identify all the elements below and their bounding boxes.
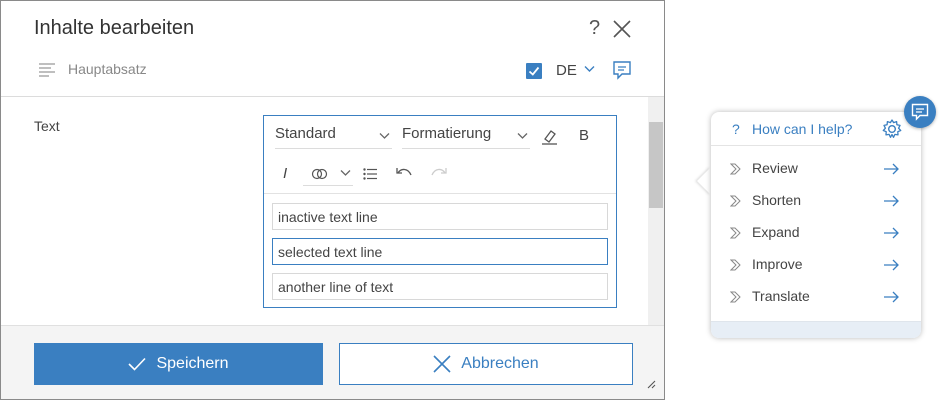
- text-field-label: Text: [34, 118, 60, 134]
- arrow-right-icon: [884, 227, 899, 239]
- close-icon: [433, 355, 451, 373]
- chevron-tag-icon: [730, 163, 741, 175]
- link-icon: [311, 168, 328, 180]
- chevron-tag-icon: [730, 227, 741, 239]
- link-select[interactable]: [303, 162, 353, 186]
- chevron-down-icon: [340, 170, 351, 176]
- panel-pointer: [697, 167, 711, 195]
- toolbar-divider: [264, 193, 616, 194]
- comment-icon: [911, 103, 929, 121]
- ai-panel-title[interactable]: How can I help?: [752, 121, 852, 137]
- ai-action-review[interactable]: Review: [711, 152, 921, 184]
- chevron-down-icon[interactable]: [584, 65, 595, 73]
- ai-action-expand[interactable]: Expand: [711, 216, 921, 248]
- chevron-tag-icon: [730, 259, 741, 271]
- ai-action-translate[interactable]: Translate: [711, 280, 921, 312]
- panel-header-divider: [711, 145, 921, 146]
- ai-action-shorten[interactable]: Shorten: [711, 184, 921, 216]
- dialog-footer: Speichern Abbrechen: [1, 325, 664, 399]
- screen: Inhalte bearbeiten ? Hauptabsatz DE Text: [0, 0, 941, 400]
- arrow-right-icon: [884, 259, 899, 271]
- arrow-right-icon: [884, 195, 899, 207]
- ai-action-improve[interactable]: Improve: [711, 248, 921, 280]
- cancel-button[interactable]: Abbrechen: [339, 343, 633, 385]
- dialog-content: Text Standard Formatierung B I inactive …: [1, 97, 664, 325]
- save-button-label: Speichern: [156, 355, 229, 372]
- italic-button[interactable]: I: [283, 165, 287, 182]
- arrow-right-icon: [884, 163, 899, 175]
- dialog-title: Inhalte bearbeiten: [34, 17, 195, 39]
- rich-text-editor: Standard Formatierung B I inactive text …: [263, 115, 617, 308]
- text-line-selected[interactable]: selected text line: [272, 238, 608, 265]
- style-select[interactable]: Standard: [275, 125, 392, 149]
- text-line[interactable]: inactive text line: [272, 203, 608, 230]
- chevron-down-icon: [379, 133, 390, 139]
- help-button[interactable]: ?: [589, 17, 600, 40]
- ai-action-label: Improve: [752, 256, 803, 272]
- ai-action-label: Expand: [752, 224, 800, 240]
- style-select-value: Standard: [275, 125, 336, 142]
- save-button[interactable]: Speichern: [34, 343, 323, 385]
- ai-chat-toggle-button[interactable]: [904, 96, 936, 128]
- check-icon: [128, 357, 147, 371]
- redo-icon[interactable]: [430, 167, 447, 180]
- bullet-list-icon[interactable]: [363, 168, 377, 180]
- bold-button[interactable]: B: [579, 127, 589, 144]
- help-mark-icon: ?: [732, 121, 740, 137]
- chevron-down-icon: [517, 133, 528, 139]
- chevron-tag-icon: [730, 195, 741, 207]
- format-select-value: Formatierung: [402, 125, 492, 142]
- arrow-right-icon: [884, 291, 899, 303]
- format-select[interactable]: Formatierung: [402, 125, 530, 149]
- eraser-icon[interactable]: [541, 128, 558, 145]
- check-icon: [528, 66, 540, 76]
- paragraph-icon: [39, 63, 55, 77]
- ai-action-label: Review: [752, 160, 798, 176]
- cancel-button-label: Abbrechen: [461, 355, 539, 372]
- close-icon[interactable]: [612, 19, 632, 39]
- language-select[interactable]: DE: [556, 62, 577, 79]
- chevron-tag-icon: [730, 291, 741, 303]
- undo-icon[interactable]: [396, 167, 413, 180]
- ai-action-label: Shorten: [752, 192, 802, 208]
- comment-icon[interactable]: [612, 60, 632, 80]
- resize-handle-icon[interactable]: [646, 379, 656, 389]
- panel-footer: [711, 321, 921, 338]
- gear-icon[interactable]: [881, 118, 903, 140]
- ai-action-label: Translate: [752, 288, 810, 304]
- language-checkbox[interactable]: [526, 63, 542, 79]
- paragraph-label: Hauptabsatz: [68, 61, 147, 77]
- edit-content-dialog: Inhalte bearbeiten ? Hauptabsatz DE Text: [0, 0, 665, 400]
- scrollbar-thumb[interactable]: [649, 122, 663, 208]
- ai-assistant-panel: ? How can I help? Review Shorten Expand …: [711, 112, 921, 338]
- text-line[interactable]: another line of text: [272, 273, 608, 300]
